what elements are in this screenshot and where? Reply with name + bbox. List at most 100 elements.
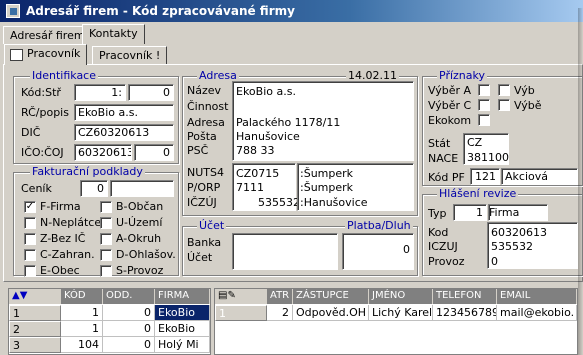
cell-kod[interactable]: 1 (61, 321, 103, 337)
row-number: 3 (13, 339, 20, 352)
kod-pf-name[interactable]: Akciová (501, 168, 578, 185)
group-fakturacni-title: Fakturační podklady (30, 165, 145, 178)
checkbox-n-neplatce[interactable] (24, 217, 36, 229)
tab-adresar-firem[interactable]: Adresář firem (3, 26, 92, 44)
rc-popis-input[interactable]: EkoBio a.s. (74, 104, 174, 121)
coj-input[interactable]: 0 (134, 144, 174, 161)
platba-dluh-title: Platba/Dluh (345, 219, 413, 232)
checkbox-e-obec[interactable] (24, 265, 36, 277)
dic-input[interactable]: CZ60320613 (74, 124, 174, 141)
cell-kod[interactable]: 1 (61, 305, 103, 321)
cell-odd[interactable]: 0 (103, 337, 155, 353)
cell-firma[interactable]: Holý Mi (155, 337, 210, 353)
checkbox-a-okruh[interactable] (100, 233, 112, 245)
checkbox-vyber-a[interactable] (478, 84, 490, 96)
cell-kod[interactable]: 104 (61, 337, 103, 353)
checkbox-d-ohlasov[interactable] (100, 249, 112, 261)
cenik-label: Ceník (21, 182, 52, 195)
table-row-indicator[interactable]: 2 (9, 321, 61, 337)
nazev-value: EkoBio a.s. (236, 85, 296, 98)
cenik-name-field[interactable] (110, 180, 174, 197)
cell-jmeno[interactable]: Lichý Karel (369, 305, 433, 321)
label-b-obcan: B-Občan (116, 200, 164, 213)
table-row-indicator[interactable]: 1 (9, 305, 61, 321)
tab-kontakty[interactable]: Kontakty (82, 24, 145, 44)
cell-telefon[interactable]: 123456789 (433, 305, 497, 321)
checkbox-s-provoz[interactable] (100, 265, 112, 277)
group-hlaseni-title: Hlášení revize (437, 187, 519, 200)
hlaseni-iczuj-value: 535532 (491, 240, 533, 253)
vyber-b-label: Výb (514, 84, 535, 97)
stat-value: CZ (467, 136, 483, 149)
banka-label: Banka (187, 236, 222, 249)
col-header-firma[interactable]: FIRMA (155, 289, 210, 304)
ucet-field[interactable] (232, 233, 338, 270)
label-a-okruh: A-Okruh (116, 232, 162, 245)
window-titlebar[interactable]: Adresář firem - Kód zpracovávané firmy (0, 0, 583, 22)
label-e-obec: E-Obec (40, 264, 80, 277)
cenik-input[interactable]: 0 (80, 180, 108, 197)
checkbox-z-bez-ic[interactable] (24, 233, 36, 245)
psc-value: 788 33 (236, 144, 275, 157)
nuts4-label: NUTS4 (187, 166, 224, 179)
checkbox-u-uzemi[interactable] (100, 217, 112, 229)
col-header-telefon[interactable]: TELEFON (433, 289, 497, 304)
col-header-atr[interactable]: ATR (267, 289, 293, 304)
hlaseni-provoz-value: 0 (491, 255, 498, 268)
checkbox-b-obcan[interactable] (100, 201, 112, 213)
table-row-indicator[interactable]: 3 (9, 337, 61, 353)
iczuj-label: IČZÚJ (187, 196, 217, 209)
app-icon (6, 4, 20, 18)
kod-input[interactable]: 1: (74, 84, 126, 101)
vyber-c-label: Výběr C (428, 99, 472, 112)
checkbox-vyber-c[interactable] (478, 99, 490, 111)
cell-odd[interactable]: 0 (103, 321, 155, 337)
iczuj-name: :Hanušovice (300, 196, 368, 209)
tab-pracovnik-2[interactable]: Pracovník ! (92, 46, 168, 64)
stat-label: Stát (428, 137, 451, 150)
label-f-firma: F-Firma (40, 200, 81, 213)
checkbox-c-zahran[interactable] (24, 249, 36, 261)
window-title: Adresář firem - Kód zpracovávané firmy (26, 4, 295, 18)
kod-pf-label: Kód PF (428, 171, 465, 184)
cell-odd[interactable]: 0 (103, 305, 155, 321)
firms-grid-corner[interactable]: ▲▼ (9, 289, 61, 304)
tab-pracovnik-2-label: Pracovník ! (99, 49, 161, 62)
typ-name[interactable]: Firma (488, 204, 548, 221)
hlaseni-iczuj-label: ICZUJ (428, 240, 458, 253)
nuts4-name: :Šumperk (300, 167, 354, 180)
table-row-indicator-selected[interactable]: 1 (215, 305, 267, 321)
typ-code[interactable]: 1 (453, 204, 487, 221)
col-header-email[interactable]: EMAIL (497, 289, 577, 304)
label-n-neplatce: N-Neplátce (40, 216, 102, 229)
col-header-odd[interactable]: ODD. (103, 289, 155, 304)
vyber-a-label: Výběr A (428, 84, 472, 97)
checkbox-vyber-b[interactable] (498, 84, 510, 96)
sort-arrows-icon: ▲▼ (12, 290, 28, 301)
cell-zastupce[interactable]: Odpověd.OH (293, 305, 369, 321)
col-header-jmeno[interactable]: JMÉNO (369, 289, 433, 304)
psc-label: PSČ (187, 144, 209, 157)
kod-pf-code[interactable]: 121 (470, 168, 500, 185)
cell-atr[interactable]: 2 (267, 305, 293, 321)
cell-firma[interactable]: EkoBio (155, 321, 210, 337)
tab-pracovnik[interactable]: Pracovník (4, 44, 88, 65)
col-header-zastupce[interactable]: ZÁSTUPCE (293, 289, 369, 304)
checkbox-ekokom[interactable] (478, 114, 490, 126)
checkbox-f-firma[interactable]: ✓ (24, 201, 36, 213)
ucet-label: Účet (187, 251, 213, 264)
posta-label: Pošta (187, 130, 217, 143)
contacts-grid-corner[interactable]: ▤✎ (215, 289, 267, 304)
col-header-kod[interactable]: KÓD (61, 289, 103, 304)
checkbox-vyber-d[interactable] (498, 99, 510, 111)
cell-email[interactable]: mail@ekobio. (497, 305, 577, 321)
porp-name: :Šumperk (300, 181, 354, 194)
cell-firma-selected[interactable]: EkoBio (155, 305, 210, 321)
label-s-provoz: S-Provoz (116, 264, 164, 277)
porp-label: P/ORP (187, 181, 221, 194)
platba-dluh-field[interactable]: 0 (342, 233, 414, 270)
adresa-label: Adresa (187, 116, 225, 129)
str-input[interactable]: 0 (128, 84, 174, 101)
form-icon (10, 49, 23, 61)
ico-input[interactable]: 60320613: (74, 144, 132, 161)
